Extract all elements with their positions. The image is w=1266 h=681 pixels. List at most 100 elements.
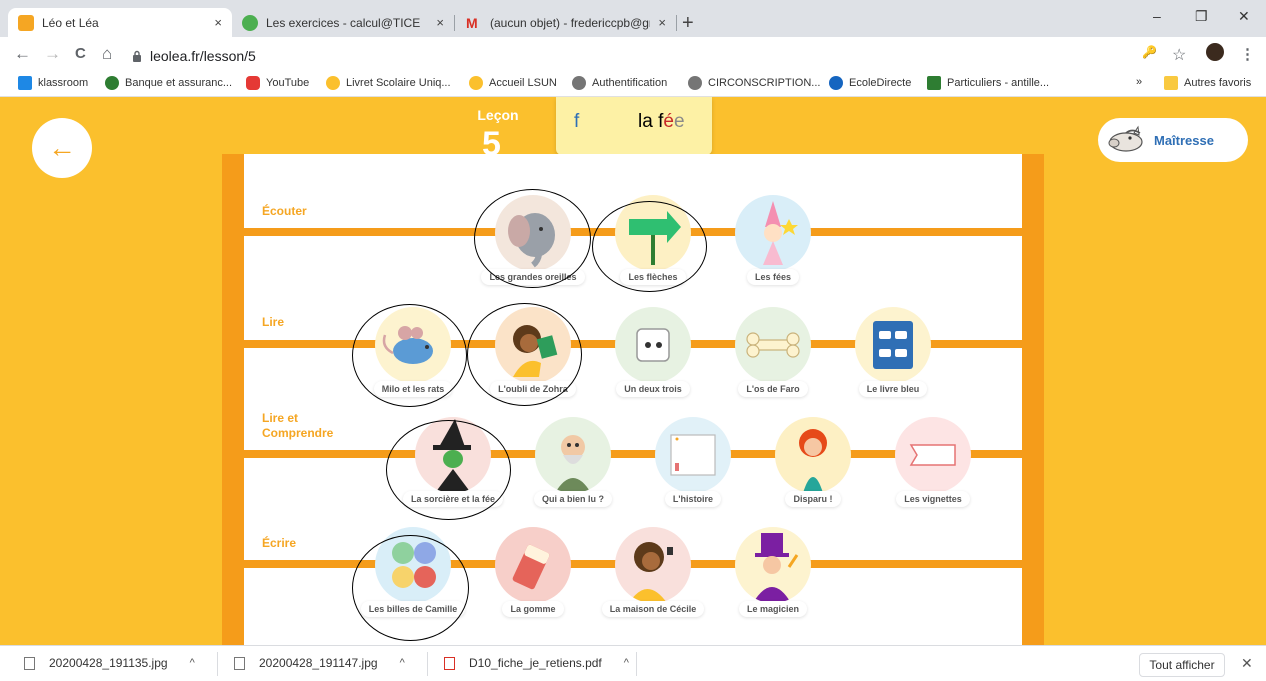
download-item[interactable]: 20200428_191135.jpg ^ xyxy=(24,656,195,670)
bookmark-lsun[interactable]: Accueil LSUN xyxy=(469,76,557,90)
bookmark-ecoledirecte[interactable]: EcoleDirecte xyxy=(829,76,911,90)
restore-button[interactable]: ❐ xyxy=(1195,8,1208,25)
lesson-label: Leçon xyxy=(477,107,519,123)
activity-le-livre-bleu[interactable]: Le livre bleu xyxy=(838,307,948,417)
old-man-icon xyxy=(535,417,611,493)
bookmark-livret[interactable]: Livret Scolaire Uniq... xyxy=(326,76,451,90)
activity-l-histoire[interactable]: L'histoire xyxy=(638,417,748,527)
bookmark-youtube[interactable]: YouTube xyxy=(246,76,309,90)
chevron-up-icon[interactable]: ^ xyxy=(624,657,629,669)
address-bar[interactable]: leolea.fr/lesson/5 xyxy=(132,43,1106,69)
activity-un-deux-trois[interactable]: Un deux trois xyxy=(598,307,708,417)
download-item[interactable]: 20200428_191147.jpg ^ xyxy=(234,656,405,670)
bookmark-particuliers[interactable]: Particuliers - antille... xyxy=(927,76,1049,90)
calcul-favicon-icon xyxy=(242,14,258,31)
bookmark-klassroom[interactable]: klassroom xyxy=(18,76,88,90)
folder-icon xyxy=(1164,76,1178,90)
lesson-note: f la fée xyxy=(556,97,712,155)
bookmark-other-favorites[interactable]: Autres favoris xyxy=(1164,76,1251,90)
activity-qui-a-bien-lu[interactable]: Qui a bien lu ? xyxy=(518,417,628,527)
tab-gmail[interactable]: M (aucun objet) - fredericcpb@gma × xyxy=(456,8,676,37)
url-text: leolea.fr/lesson/5 xyxy=(150,48,256,64)
activity-le-magicien[interactable]: Le magicien xyxy=(718,527,828,637)
activity-la-sorciere-et-la-fee[interactable]: La sorcière et la fée xyxy=(398,417,508,527)
star-icon[interactable]: ☆ xyxy=(1172,45,1186,65)
section-label-ecouter: Écouter xyxy=(262,204,307,218)
bookmark-label: EcoleDirecte xyxy=(849,77,912,89)
download-divider xyxy=(217,652,218,676)
activity-la-gomme[interactable]: La gomme xyxy=(478,527,588,637)
image-file-icon xyxy=(24,656,35,670)
note-letter: f xyxy=(574,111,580,132)
close-downloads-icon[interactable]: ✕ xyxy=(1241,655,1253,672)
bookmark-banque[interactable]: Banque et assuranc... xyxy=(105,76,232,90)
activity-disparu[interactable]: Disparu ! xyxy=(758,417,868,527)
teacher-button[interactable]: Maîtresse xyxy=(1098,118,1248,162)
more-chevron-icon: » xyxy=(1136,76,1143,88)
horse-icon xyxy=(1108,125,1143,152)
activity-milo-et-les-rats[interactable]: Milo et les rats xyxy=(358,307,468,417)
bookmark-auth[interactable]: Authentification xyxy=(572,76,667,90)
tab-title: (aucun objet) - fredericcpb@gma xyxy=(490,15,651,30)
back-arrow-button[interactable]: ← xyxy=(32,118,92,178)
activity-label: La gomme xyxy=(502,601,564,617)
board-post-left xyxy=(222,154,244,645)
reload-button[interactable]: C xyxy=(75,45,86,63)
chevron-up-icon[interactable]: ^ xyxy=(190,657,195,669)
activity-les-vignettes[interactable]: Les vignettes xyxy=(878,417,988,527)
bookmarks-more-button[interactable]: » xyxy=(1136,76,1142,88)
tab-calcul-tice[interactable]: Les exercices - calcul@TICE × xyxy=(232,8,454,37)
close-window-button[interactable]: ✕ xyxy=(1238,8,1250,25)
note-word: la fée xyxy=(638,111,685,133)
forward-button[interactable]: → xyxy=(44,45,61,63)
bank-icon xyxy=(927,76,941,90)
bookmark-circonscription[interactable]: CIRCONSCRIPTION... xyxy=(688,76,820,90)
home-button[interactable]: ⌂ xyxy=(102,45,112,63)
profile-avatar[interactable] xyxy=(1206,43,1224,61)
image-file-icon xyxy=(234,656,245,670)
elephant-icon xyxy=(495,195,571,271)
activity-l-oubli-de-zohra[interactable]: L'oubli de Zohra xyxy=(478,307,588,417)
youtube-icon xyxy=(246,76,260,90)
activity-les-billes-de-camille[interactable]: Les billes de Camille xyxy=(358,527,468,637)
tab-close-icon[interactable]: × xyxy=(436,15,444,30)
activity-les-grandes-oreilles[interactable]: Les grandes oreilles xyxy=(478,195,588,305)
new-tab-button[interactable]: + xyxy=(682,13,694,33)
bookmark-label: Autres favoris xyxy=(1184,77,1252,89)
download-divider xyxy=(636,652,637,676)
activity-label: Les grandes oreilles xyxy=(481,269,585,285)
tab-title: Les exercices - calcul@TICE xyxy=(266,15,421,30)
ecoledirecte-icon xyxy=(829,76,843,90)
activity-les-fleches[interactable]: Les flèches xyxy=(598,195,708,305)
section-label-lire-et: Lire et xyxy=(262,411,299,425)
activity-l-os-de-faro[interactable]: L'os de Faro xyxy=(718,307,828,417)
activity-label: Les fées xyxy=(746,269,800,285)
bookmark-label: klassroom xyxy=(38,77,89,89)
tab-close-icon[interactable]: × xyxy=(658,15,666,30)
tab-close-icon[interactable]: × xyxy=(214,15,222,30)
download-item[interactable]: D10_fiche_je_retiens.pdf ^ xyxy=(444,656,629,670)
bookmark-label: Livret Scolaire Uniq... xyxy=(346,77,451,89)
back-button[interactable]: ← xyxy=(14,45,31,63)
activity-la-maison-de-cecile[interactable]: La maison de Cécile xyxy=(598,527,708,637)
globe-icon xyxy=(572,76,586,90)
bank-icon xyxy=(105,76,119,90)
witch-icon xyxy=(415,417,491,493)
girl-writing-icon xyxy=(615,527,691,603)
activity-les-fees[interactable]: Les fées xyxy=(718,195,828,305)
arrow-sign-icon xyxy=(615,195,691,271)
key-icon[interactable]: 🔑 xyxy=(1142,45,1157,59)
mermaid-icon xyxy=(775,417,851,493)
sun-icon xyxy=(326,76,340,90)
download-shelf: 20200428_191135.jpg ^ 20200428_191147.jp… xyxy=(0,645,1266,681)
chevron-up-icon[interactable]: ^ xyxy=(400,657,405,669)
activity-label: La maison de Cécile xyxy=(601,601,705,617)
story-page-icon xyxy=(655,417,731,493)
activity-label: Le magicien xyxy=(738,601,808,617)
activity-label: Les billes de Camille xyxy=(360,601,466,617)
show-all-downloads-button[interactable]: Tout afficher xyxy=(1139,653,1225,677)
bookmarks-bar: klassroom Banque et assuranc... YouTube … xyxy=(0,73,1266,97)
tab-leo-et-lea[interactable]: Léo et Léa × xyxy=(8,8,232,37)
menu-icon[interactable]: ⋮ xyxy=(1240,45,1255,63)
minimize-button[interactable]: – xyxy=(1153,8,1161,24)
